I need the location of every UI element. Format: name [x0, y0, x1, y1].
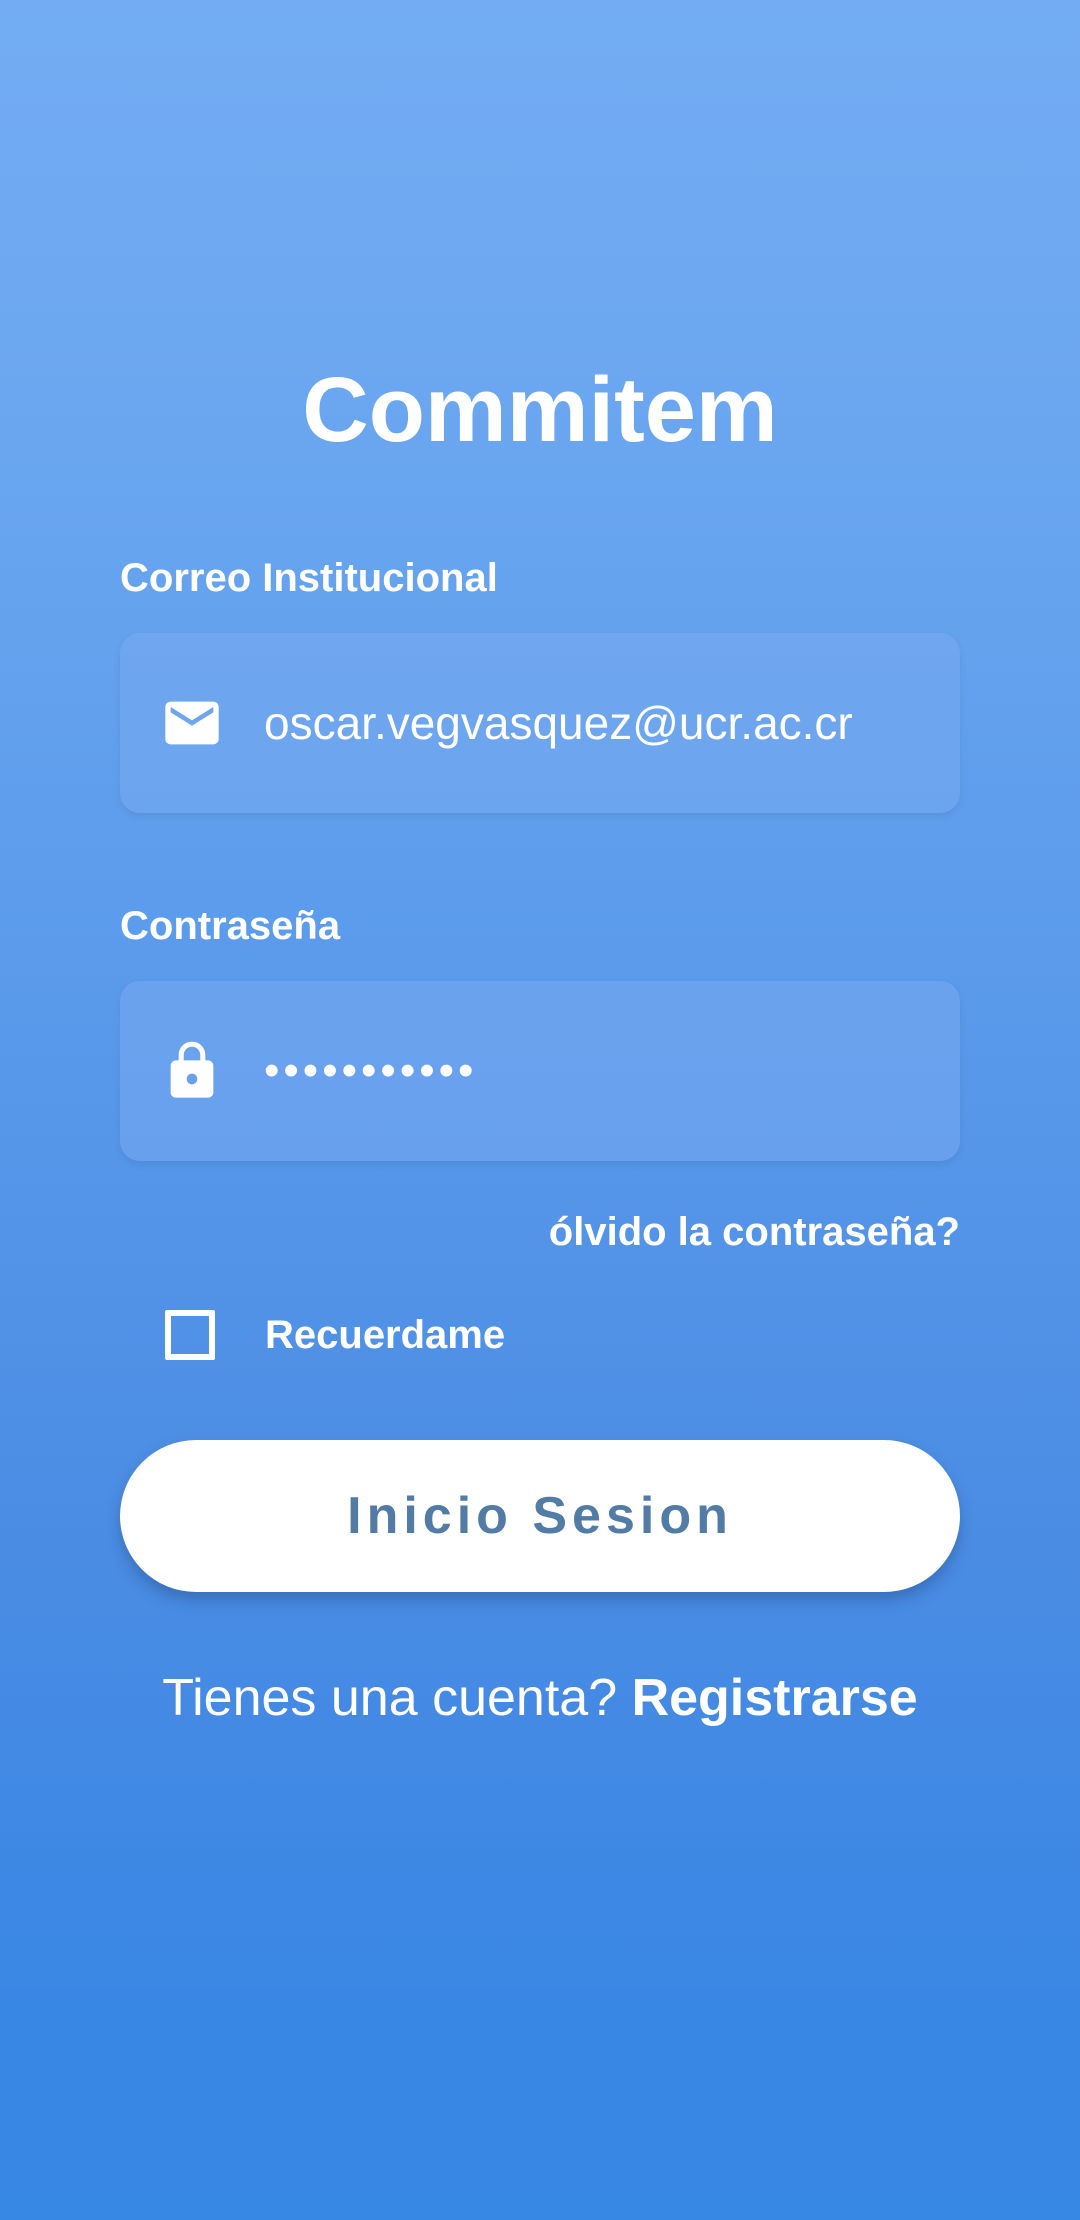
app-title: Commitem — [302, 359, 778, 461]
signup-link[interactable]: Registrarse — [632, 1669, 918, 1727]
email-label: Correo Institucional — [120, 556, 498, 600]
mail-icon — [165, 701, 219, 745]
forgot-password-link[interactable]: ólvido la contraseña? — [549, 1208, 960, 1256]
email-field[interactable] — [120, 633, 960, 813]
signup-row: Tienes una cuenta? Registrarse — [0, 1666, 1080, 1730]
signup-prompt: Tienes una cuenta? — [162, 1669, 632, 1727]
lock-icon — [170, 1041, 214, 1098]
password-label: Contraseña — [120, 904, 341, 948]
remember-me-row[interactable]: Recuerdame — [165, 1305, 505, 1365]
password-field[interactable] — [120, 981, 960, 1161]
remember-me-checkbox[interactable] — [165, 1310, 215, 1360]
remember-me-label: Recuerdame — [265, 1312, 506, 1357]
email-input[interactable] — [264, 633, 934, 813]
password-input[interactable] — [264, 981, 934, 1161]
login-button[interactable]: Inicio Sesion — [120, 1440, 960, 1592]
